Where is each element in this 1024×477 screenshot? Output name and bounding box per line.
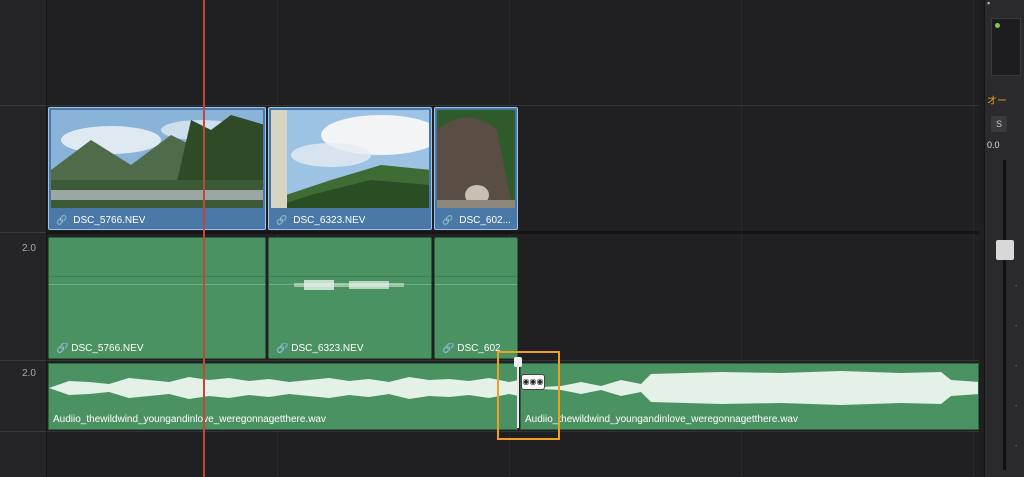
audio-waveform-peaks bbox=[294, 280, 404, 290]
scale-tick: - bbox=[1015, 283, 1018, 290]
clip-label: 🔗 DSC_602... bbox=[442, 215, 511, 226]
scale-tick: - bbox=[1015, 363, 1018, 370]
video-clip-3[interactable]: 🔗 DSC_602... bbox=[434, 107, 518, 230]
music-clip-2[interactable]: Audiio_thewildwind_youngandinlove_werego… bbox=[520, 363, 979, 430]
music-waveform bbox=[49, 377, 517, 399]
track-divider bbox=[0, 232, 46, 233]
panel-title: オー bbox=[987, 96, 1007, 107]
track-header-column: 2.0 2.0 bbox=[0, 0, 47, 477]
link-icon: 🔗 bbox=[56, 343, 69, 354]
a1-level-label: 2.0 bbox=[22, 243, 36, 254]
music-waveform bbox=[521, 371, 978, 405]
scale-tick: - bbox=[1015, 443, 1018, 450]
clip-label: 🔗 DSC_6323.NEV bbox=[276, 343, 364, 354]
scale-tick: - bbox=[1015, 403, 1018, 410]
status-dot-icon bbox=[995, 23, 1000, 28]
clip-thumbnail bbox=[437, 110, 515, 208]
clip-name: Audiio_thewildwind_youngandinlove_werego… bbox=[53, 414, 326, 425]
clip-label: 🔗 DSC_602 bbox=[442, 343, 501, 354]
a2-level-label: 2.0 bbox=[22, 368, 36, 379]
audio-waveform bbox=[435, 284, 517, 285]
clip-name: Audiio_thewildwind_youngandinlove_werego… bbox=[525, 414, 798, 425]
gain-value: 0.0 bbox=[987, 140, 1000, 150]
meter-box bbox=[991, 18, 1021, 76]
fader-track bbox=[1003, 160, 1006, 470]
clip-label: 🔗 DSC_5766.NEV bbox=[56, 343, 144, 354]
track-divider bbox=[0, 105, 46, 106]
music-clip-1[interactable]: Audiio_thewildwind_youngandinlove_werego… bbox=[48, 363, 518, 430]
link-icon: 🔗 bbox=[276, 343, 289, 354]
clip-name: DSC_602 bbox=[457, 343, 501, 354]
highlight-box bbox=[497, 351, 560, 440]
track-divider bbox=[0, 360, 46, 361]
track-separator bbox=[47, 105, 979, 106]
track-divider bbox=[0, 431, 46, 432]
audio-clip-2[interactable]: 🔗 DSC_6323.NEV bbox=[268, 237, 432, 359]
video-clip-2[interactable]: 🔗 DSC_6323.NEV bbox=[268, 107, 432, 230]
clip-name: DSC_5766.NEV bbox=[71, 343, 144, 354]
solo-button[interactable]: S bbox=[991, 116, 1007, 132]
link-icon: 🔗 bbox=[56, 215, 68, 225]
audio-waveform bbox=[49, 284, 265, 285]
clip-label: 🔗 DSC_6323.NEV bbox=[276, 215, 365, 226]
clip-name: DSC_5766.NEV bbox=[73, 215, 146, 226]
clip-thumbnail bbox=[51, 110, 263, 208]
link-icon: 🔗 bbox=[276, 215, 288, 225]
clip-name: DSC_6323.NEV bbox=[291, 343, 364, 354]
audio-level-line bbox=[269, 276, 431, 277]
panel-top-indicator: ▪ bbox=[987, 0, 991, 8]
clip-name: DSC_6323.NEV bbox=[293, 215, 366, 226]
clip-thumbnail bbox=[271, 110, 429, 208]
audio-clip-1[interactable]: 🔗 DSC_5766.NEV bbox=[48, 237, 266, 359]
video-clip-1[interactable]: 🔗 DSC_5766.NEV bbox=[48, 107, 266, 230]
scale-tick: - bbox=[1015, 323, 1018, 330]
link-icon: 🔗 bbox=[442, 215, 454, 225]
audio-level-line bbox=[435, 276, 517, 277]
volume-fader[interactable] bbox=[996, 240, 1014, 260]
link-icon: 🔗 bbox=[442, 343, 455, 354]
clip-name: DSC_602... bbox=[459, 215, 511, 226]
audio-clip-3[interactable]: 🔗 DSC_602 bbox=[434, 237, 518, 359]
clip-label: 🔗 DSC_5766.NEV bbox=[56, 215, 145, 226]
playhead[interactable] bbox=[203, 0, 205, 477]
audio-mixer-panel: ▪ オー S 0.0 - - - - - bbox=[984, 0, 1024, 477]
audio-level-line bbox=[49, 276, 265, 277]
video-audio-separator bbox=[47, 231, 979, 234]
